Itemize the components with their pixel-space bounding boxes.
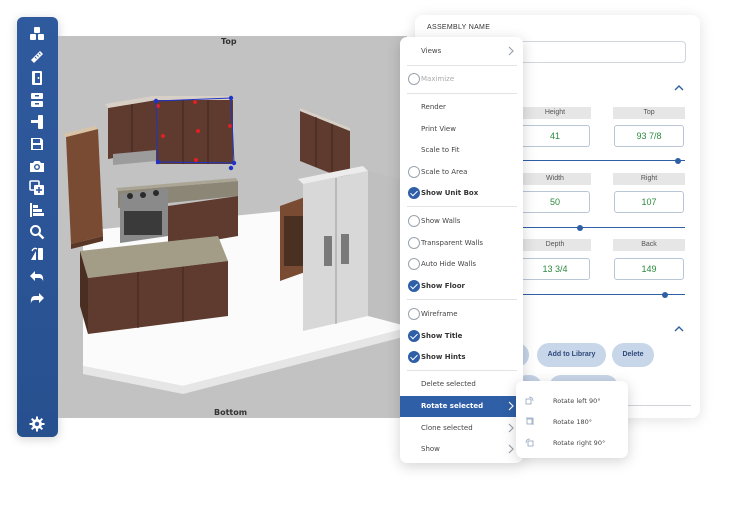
add-copy-icon[interactable]: [26, 179, 48, 197]
submenu-item-rotate-left[interactable]: Rotate left 90°: [516, 391, 628, 411]
align-icon[interactable]: [26, 201, 48, 219]
chevron-up-icon[interactable]: [674, 324, 684, 334]
radio-icon: [408, 258, 420, 270]
left-toolbar: [17, 17, 58, 437]
menu-item-maximize[interactable]: Maximize: [400, 69, 523, 89]
3d-viewport[interactable]: Top Bottom: [58, 36, 407, 418]
context-menu: Views Maximize Render Print View Scale t…: [400, 37, 523, 463]
door-icon[interactable]: [26, 69, 48, 87]
submenu-item-rotate-right[interactable]: Rotate right 90°: [516, 433, 628, 453]
width-slider-knob[interactable]: [577, 224, 584, 231]
menu-item-auto-hide-walls[interactable]: Auto Hide Walls: [400, 254, 523, 274]
menu-separator: [407, 206, 517, 207]
height-label: Height: [519, 107, 591, 119]
check-icon: [408, 351, 420, 363]
right-label: Right: [613, 173, 685, 185]
check-icon: [408, 330, 420, 342]
chevron-right-icon: [508, 444, 514, 454]
menu-separator: [407, 65, 517, 66]
cubes-icon[interactable]: [26, 25, 48, 43]
width-input[interactable]: 50: [520, 191, 590, 213]
depth-slider[interactable]: [519, 294, 685, 295]
submenu-item-rotate-180[interactable]: Rotate 180°: [516, 412, 628, 432]
drawer-icon[interactable]: [26, 91, 48, 109]
depth-slider-knob[interactable]: [662, 291, 669, 298]
kitchen-scene[interactable]: [58, 36, 407, 418]
menu-item-show-unit-box[interactable]: Show Unit Box: [400, 183, 523, 203]
height-slider[interactable]: [519, 160, 685, 161]
menu-item-show[interactable]: Show: [400, 439, 523, 459]
chevron-right-icon: [508, 401, 514, 411]
menu-item-clone-selected[interactable]: Clone selected: [400, 418, 523, 438]
rotate-180-icon: [526, 417, 534, 425]
chevron-up-icon[interactable]: [674, 83, 684, 93]
rotate-right-icon: [525, 438, 534, 447]
zoom-icon[interactable]: [26, 223, 48, 241]
menu-item-wireframe[interactable]: Wireframe: [400, 304, 523, 324]
right-input[interactable]: 107: [614, 191, 684, 213]
menu-item-render[interactable]: Render: [400, 97, 523, 117]
rotate-submenu: Rotate left 90° Rotate 180° Rotate right…: [516, 381, 628, 458]
width-slider[interactable]: [519, 227, 685, 228]
height-input[interactable]: 41: [520, 125, 590, 147]
menu-item-show-floor[interactable]: Show Floor: [400, 276, 523, 296]
radio-icon: [408, 166, 420, 178]
width-label: Width: [519, 173, 591, 185]
back-label: Back: [613, 239, 685, 251]
ruler-icon[interactable]: [26, 47, 48, 65]
menu-item-scale-to-fit[interactable]: Scale to Fit: [400, 140, 523, 160]
menu-item-scale-to-area[interactable]: Scale to Area: [400, 162, 523, 182]
assembly-name-label: ASSEMBLY NAME: [427, 24, 491, 31]
mirror-icon[interactable]: [26, 245, 48, 263]
top-label: Top: [613, 107, 685, 119]
radio-icon: [408, 308, 420, 320]
check-icon: [408, 187, 420, 199]
save-icon[interactable]: [26, 135, 48, 153]
menu-item-transparent-walls[interactable]: Transparent Walls: [400, 233, 523, 253]
menu-separator: [407, 299, 517, 300]
top-input[interactable]: 93 7/8: [614, 125, 684, 147]
redo-icon[interactable]: [26, 289, 48, 307]
menu-item-print-view[interactable]: Print View: [400, 119, 523, 139]
add-to-library-button[interactable]: Add to Library: [537, 343, 606, 367]
menu-item-rotate-selected[interactable]: Rotate selected: [400, 396, 523, 417]
menu-item-delete-selected[interactable]: Delete selected: [400, 374, 523, 394]
radio-icon: [408, 215, 420, 227]
check-icon: [408, 280, 420, 292]
rotate-left-icon: [525, 396, 534, 405]
undo-icon[interactable]: [26, 267, 48, 285]
radio-icon: [408, 73, 420, 85]
chevron-right-icon: [508, 423, 514, 433]
menu-separator: [407, 370, 517, 371]
radio-icon: [408, 237, 420, 249]
back-input[interactable]: 149: [614, 258, 684, 280]
menu-item-show-title[interactable]: Show Title: [400, 326, 523, 346]
height-slider-knob[interactable]: [675, 157, 682, 164]
chevron-right-icon: [508, 46, 514, 56]
menu-item-views[interactable]: Views: [400, 41, 523, 61]
depth-input[interactable]: 13 3/4: [520, 258, 590, 280]
depth-label: Depth: [519, 239, 591, 251]
menu-separator: [407, 93, 517, 94]
menu-item-show-walls[interactable]: Show Walls: [400, 211, 523, 231]
menu-item-show-hints[interactable]: Show Hints: [400, 347, 523, 367]
camera-icon[interactable]: [26, 157, 48, 175]
gear-icon[interactable]: [26, 415, 48, 433]
delete-button[interactable]: Delete: [612, 343, 654, 367]
stair-icon[interactable]: [26, 113, 48, 131]
app-root: Top Bottom ASSEMBLY NAME Height Top 41 9…: [0, 0, 747, 511]
